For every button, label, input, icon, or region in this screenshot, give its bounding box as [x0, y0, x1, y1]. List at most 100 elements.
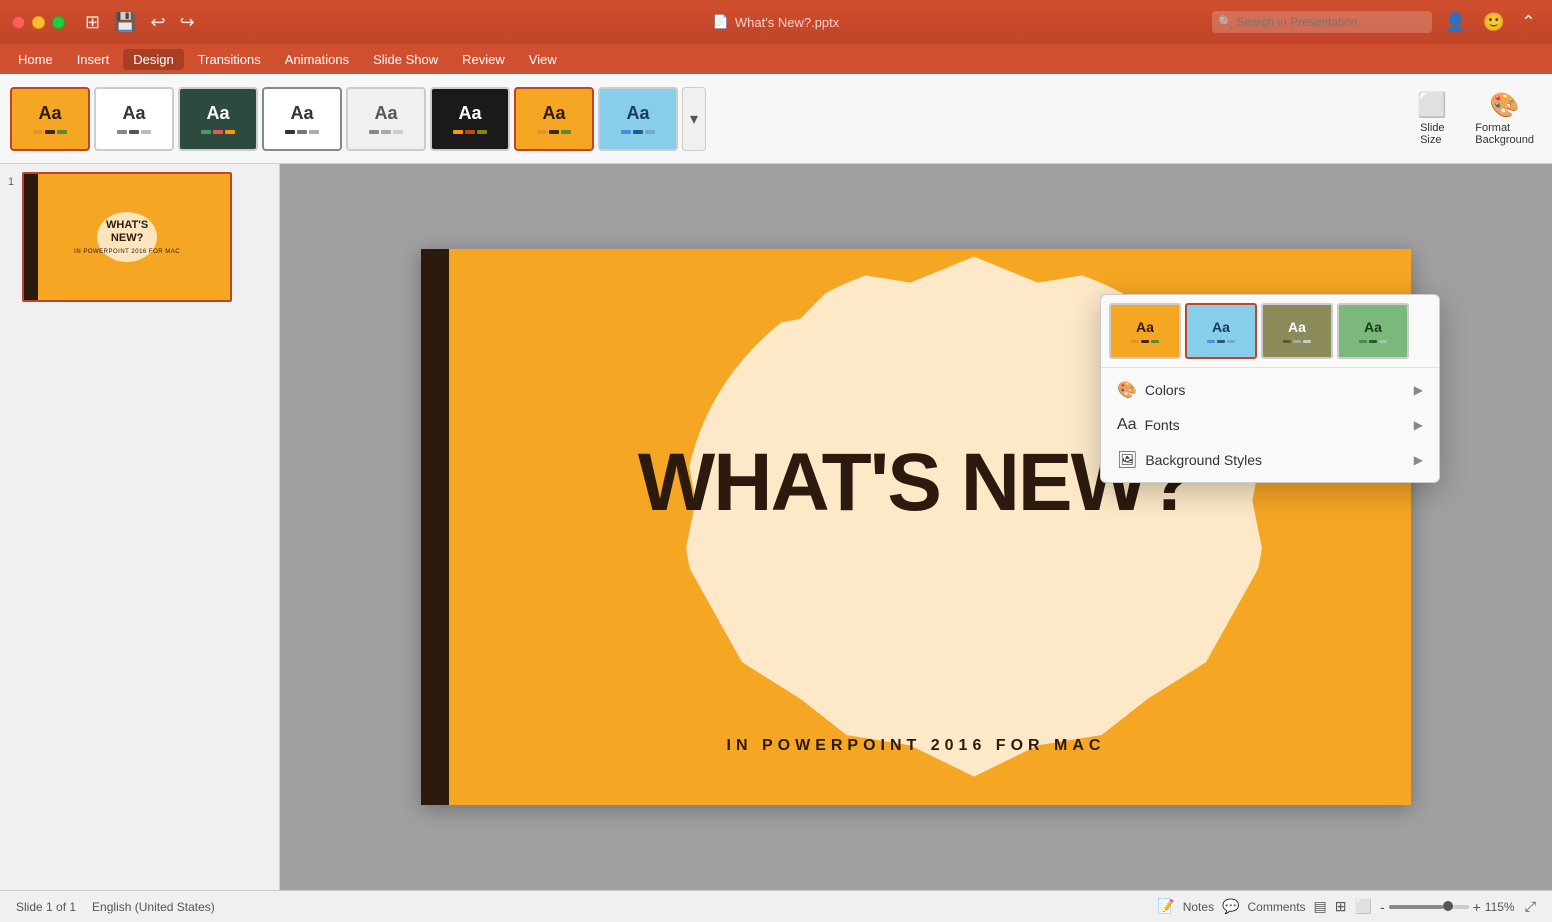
menu-item-colors[interactable]: 🎨 Colors ▶ [1101, 372, 1439, 408]
theme-thumb-6[interactable]: Aa [430, 87, 510, 151]
thumb-left-bar [24, 174, 38, 300]
menu-design[interactable]: Design [123, 49, 183, 70]
collapse-icon[interactable]: ⌃ [1517, 10, 1540, 35]
fonts-left: Aa Fonts [1117, 416, 1180, 434]
save-icon[interactable]: 💾 [110, 10, 140, 35]
language-info: English (United States) [92, 900, 215, 914]
slide-thumb-inner: WHAT'SNEW? IN POWERPOINT 2016 FOR MAC [24, 174, 230, 300]
close-button[interactable] [12, 16, 25, 29]
emoji-icon[interactable]: 🙂 [1478, 10, 1508, 35]
dd-theme-4[interactable]: Aa [1337, 303, 1409, 359]
colors-icon: 🎨 [1117, 380, 1137, 400]
undo-icon[interactable]: ↩ [147, 10, 170, 35]
theme-aa-6: Aa [458, 103, 481, 124]
theme-aa-7: Aa [542, 103, 565, 124]
theme-aa-2: Aa [122, 103, 145, 124]
theme-thumb-4[interactable]: Aa [262, 87, 342, 151]
notes-label[interactable]: Notes [1183, 900, 1214, 914]
zoom-out-icon[interactable]: - [1380, 899, 1385, 915]
menu-slideshow[interactable]: Slide Show [363, 49, 448, 70]
title-bar: ⊞ 💾 ↩ ↪ 📄 What's New?.pptx 🔍 👤 🙂 ⌃ [0, 0, 1552, 44]
title-bar-right: 🔍 👤 🙂 ⌃ [1212, 10, 1540, 35]
dd-aa-3: Aa [1288, 319, 1306, 335]
format-bg-label: FormatBackground [1475, 122, 1534, 146]
search-input[interactable] [1212, 11, 1432, 33]
theme-thumb-1[interactable]: Aa [10, 87, 90, 151]
ribbon: Aa Aa Aa Aa Aa [0, 74, 1552, 164]
zoom-slider-thumb [1443, 901, 1453, 911]
theme-aa-3: Aa [206, 103, 229, 124]
theme-bars-8 [621, 130, 655, 134]
theme-thumb-3[interactable]: Aa [178, 87, 258, 151]
theme-thumb-7[interactable]: Aa [514, 87, 594, 151]
ribbon-more-button[interactable]: ▾ [682, 87, 706, 151]
bg-styles-left: 🖼 Background Styles [1117, 450, 1262, 470]
zoom-slider[interactable] [1389, 905, 1469, 909]
theme-bars-1 [33, 130, 67, 134]
ribbon-right: ⬜ SlideSize 🎨 FormatBackground [1409, 87, 1542, 150]
reading-view-icon[interactable]: ⬜ [1355, 898, 1372, 915]
zoom-in-icon[interactable]: + [1473, 899, 1481, 915]
colors-label: Colors [1145, 382, 1185, 398]
format-background-button[interactable]: 🎨 FormatBackground [1467, 87, 1542, 150]
sidebar-icon[interactable]: ⊞ [81, 10, 104, 35]
theme-aa-8: Aa [626, 103, 649, 124]
dropdown-themes-row: Aa Aa Aa [1101, 295, 1439, 368]
redo-icon[interactable]: ↪ [176, 10, 199, 35]
dd-theme-2[interactable]: Aa [1185, 303, 1257, 359]
theme-bars-3 [201, 130, 235, 134]
theme-aa-4: Aa [290, 103, 313, 124]
theme-bars-5 [369, 130, 403, 134]
normal-view-icon[interactable]: ▤ [1314, 898, 1327, 915]
status-bar-right: 📝 Notes 💬 Comments ▤ ⊞ ⬜ - + 115% ⤢ [1157, 898, 1536, 915]
dd-aa-2: Aa [1212, 319, 1230, 335]
share-icon[interactable]: 👤 [1440, 10, 1470, 35]
fonts-icon: Aa [1117, 416, 1137, 434]
menu-view[interactable]: View [519, 49, 567, 70]
format-bg-icon: 🎨 [1490, 91, 1520, 120]
menu-item-bg-styles[interactable]: 🖼 Background Styles ▶ [1101, 442, 1439, 478]
dd-theme-1[interactable]: Aa [1109, 303, 1181, 359]
comments-icon[interactable]: 💬 [1222, 898, 1239, 915]
slide-size-label: SlideSize [1420, 122, 1444, 146]
slide-panel: 1 WHAT'SNEW? IN POWERPOINT 2016 FOR MAC [0, 164, 280, 890]
slide-size-button[interactable]: ⬜ SlideSize [1409, 87, 1455, 150]
zoom-slider-fill [1389, 905, 1443, 909]
theme-bars-4 [285, 130, 319, 134]
slide-sorter-icon[interactable]: ⊞ [1335, 898, 1347, 915]
document-title-area: 📄 What's New?.pptx [713, 14, 840, 30]
bg-styles-arrow: ▶ [1414, 453, 1423, 467]
minimize-button[interactable] [32, 16, 45, 29]
notes-icon[interactable]: 📝 [1157, 898, 1174, 915]
dropdown-menu: 🎨 Colors ▶ Aa Fonts ▶ 🖼 Background Sty [1101, 368, 1439, 482]
maximize-button[interactable] [52, 16, 65, 29]
theme-thumb-2[interactable]: Aa [94, 87, 174, 151]
search-wrapper[interactable]: 🔍 [1212, 11, 1432, 33]
menu-transitions[interactable]: Transitions [188, 49, 271, 70]
colors-arrow: ▶ [1414, 383, 1423, 397]
dd-theme-3[interactable]: Aa [1261, 303, 1333, 359]
fit-to-window-icon[interactable]: ⤢ [1525, 898, 1536, 915]
theme-aa-5: Aa [374, 103, 397, 124]
slide-info: Slide 1 of 1 [16, 900, 76, 914]
menu-animations[interactable]: Animations [275, 49, 359, 70]
slide-thumbnail-1[interactable]: WHAT'SNEW? IN POWERPOINT 2016 FOR MAC [22, 172, 232, 302]
thumb-subtitle: IN POWERPOINT 2016 FOR MAC [74, 249, 180, 255]
dd-aa-4: Aa [1364, 319, 1382, 335]
theme-bars-6 [453, 130, 487, 134]
dropdown-popup: Aa Aa Aa [1100, 294, 1440, 483]
menu-home[interactable]: Home [8, 49, 63, 70]
traffic-lights [12, 16, 65, 29]
comments-label[interactable]: Comments [1248, 900, 1306, 914]
menu-insert[interactable]: Insert [67, 49, 120, 70]
menu-item-fonts[interactable]: Aa Fonts ▶ [1101, 408, 1439, 442]
fonts-label: Fonts [1145, 417, 1180, 433]
bg-styles-icon: 🖼 [1117, 450, 1137, 470]
theme-aa-1: Aa [38, 103, 61, 124]
menu-review[interactable]: Review [452, 49, 515, 70]
theme-bars-7 [537, 130, 571, 134]
slide-size-icon: ⬜ [1417, 91, 1447, 120]
thumb-title: WHAT'SNEW? [106, 219, 148, 245]
theme-thumb-8[interactable]: Aa [598, 87, 678, 151]
theme-thumb-5[interactable]: Aa [346, 87, 426, 151]
